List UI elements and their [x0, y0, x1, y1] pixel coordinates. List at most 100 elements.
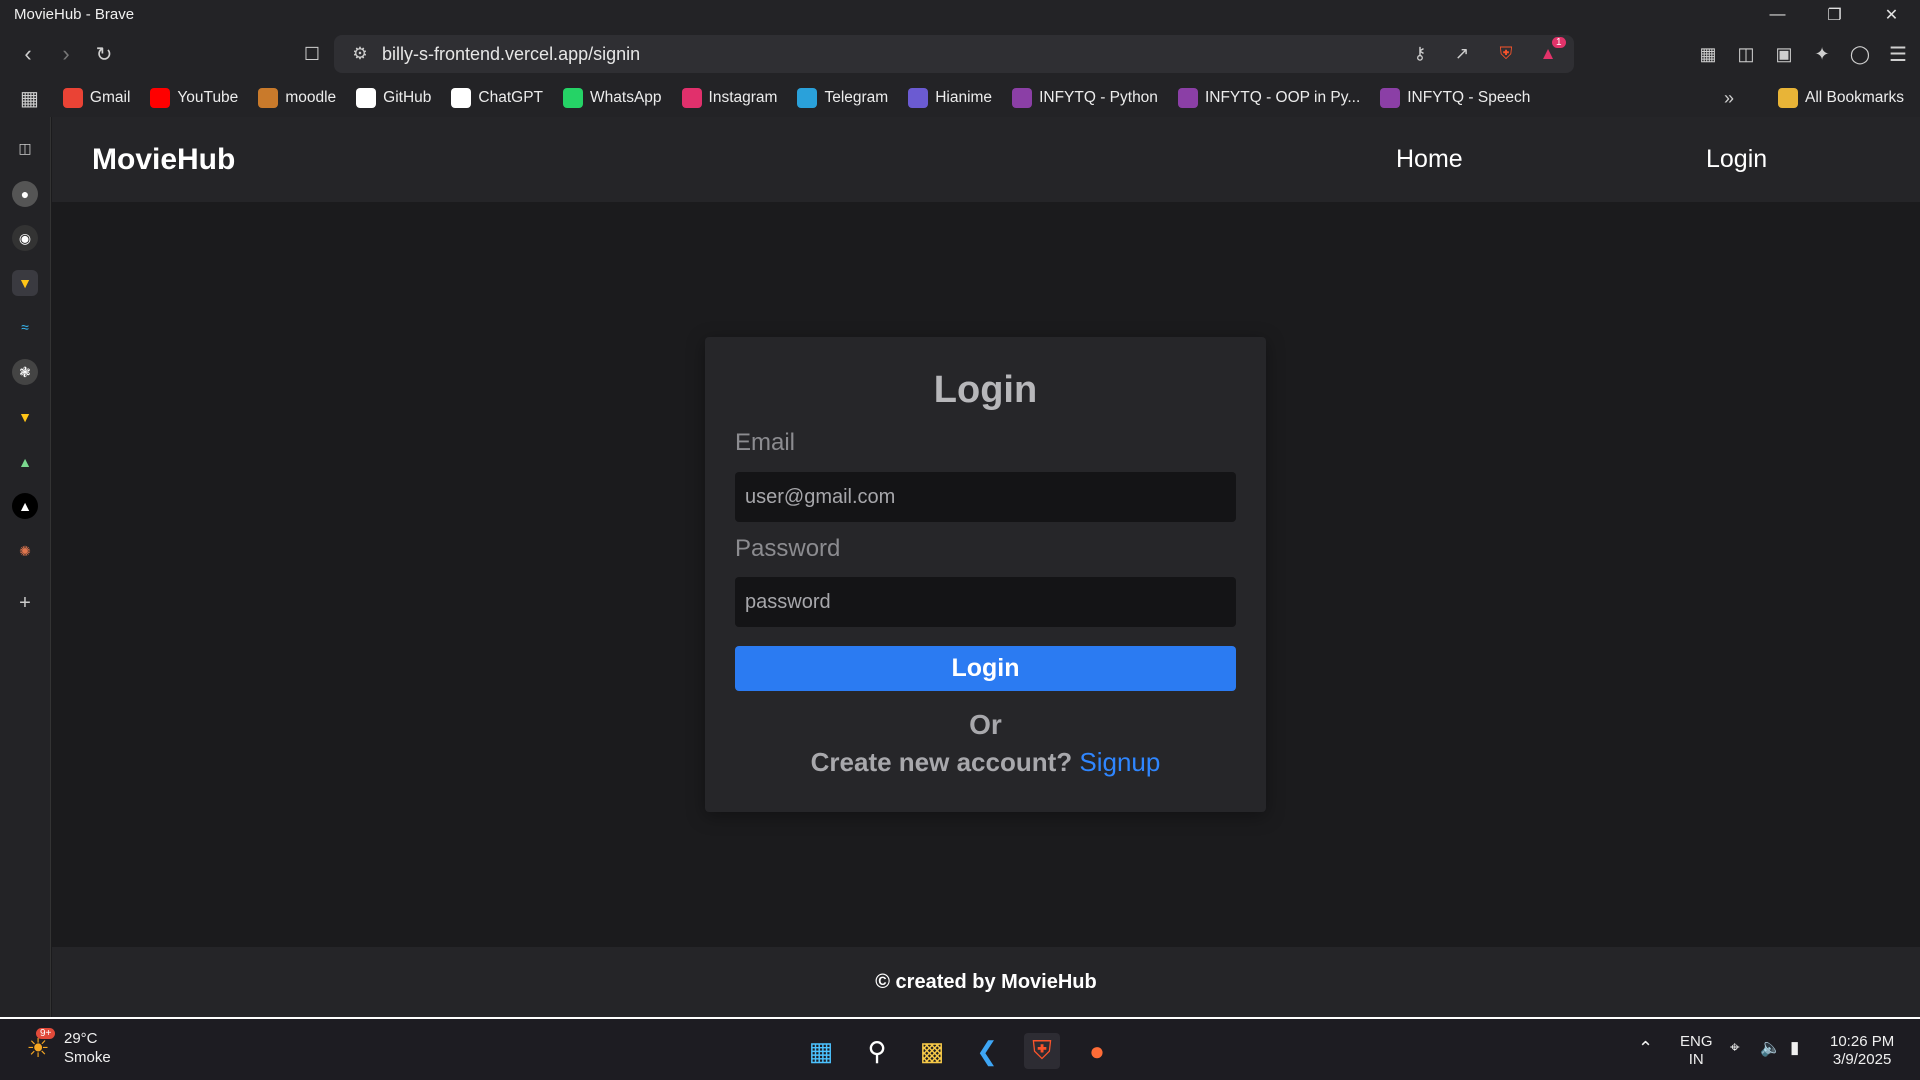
restore-button[interactable]: ❐	[1806, 0, 1863, 29]
wallet-icon[interactable]: ▣	[1768, 38, 1800, 70]
extensions-icon[interactable]: ▦	[1692, 38, 1724, 70]
bookmarks-bar: ▦ Gmail YouTube moodle GitHub ChatGPT WhatsAp…	[0, 79, 1920, 117]
bookmark-youtube[interactable]: YouTube	[150, 88, 238, 108]
lang-line-2: IN	[1688, 1051, 1704, 1068]
tray-overflow-icon[interactable]: ⌃	[1638, 1039, 1653, 1057]
key-icon[interactable]: ⚷	[1406, 40, 1434, 68]
chatgpt-icon[interactable]: ❃	[12, 359, 38, 385]
file-explorer-icon[interactable]: ▩	[914, 1033, 950, 1069]
bookmark-moodle[interactable]: moodle	[258, 88, 336, 108]
weather-icon: ☀ 9+	[20, 1028, 56, 1066]
login-card: Login Email Password Login Or Create new…	[705, 337, 1266, 812]
password-field[interactable]	[735, 577, 1236, 627]
clock[interactable]: 10:26 PM 3/9/2025	[1830, 1033, 1894, 1069]
notification-badge: 1	[1552, 37, 1566, 48]
bookmark-label: Instagram	[708, 89, 778, 106]
weather-temp: 29°C	[64, 1030, 98, 1047]
apps-grid-icon[interactable]: ▦	[20, 86, 39, 111]
vite-icon[interactable]: ▼	[12, 270, 38, 296]
telegram-icon	[797, 88, 818, 108]
sidebar-toggle-icon[interactable]: ◫	[1730, 38, 1762, 70]
volume-icon[interactable]: 🔈	[1760, 1039, 1781, 1057]
claude-icon[interactable]: ✺	[12, 538, 38, 564]
wifi-icon[interactable]: ⌖	[1730, 1039, 1740, 1057]
bookmark-github[interactable]: GitHub	[356, 88, 431, 108]
url-text[interactable]: billy-s-frontend.vercel.app/signin	[382, 44, 640, 65]
bookmark-label: INFYTQ - Speech	[1407, 89, 1531, 106]
gmail-icon	[62, 88, 83, 108]
brave-shields-icon[interactable]: ⛨	[1492, 40, 1520, 68]
forward-icon[interactable]: ›	[50, 38, 82, 70]
youtube-icon	[150, 88, 171, 108]
brave-browser-icon[interactable]: ⛨	[1024, 1033, 1060, 1069]
site-footer: © created by MovieHub	[52, 947, 1920, 1017]
infytq-icon	[1177, 88, 1198, 108]
infytq-icon	[1012, 88, 1033, 108]
puzzle-icon[interactable]: ▲	[12, 449, 38, 475]
bookmark-chatgpt[interactable]: ChatGPT	[451, 88, 543, 108]
reload-icon[interactable]: ↻	[88, 38, 120, 70]
bookmark-label: WhatsApp	[590, 89, 662, 106]
globe-icon[interactable]: ●	[12, 181, 38, 207]
bookmark-label: Gmail	[89, 89, 131, 106]
bookmark-page-icon[interactable]: ☐	[296, 38, 328, 70]
login-submit-button[interactable]: Login	[735, 646, 1236, 691]
lang-line-1: ENG	[1680, 1033, 1713, 1050]
battery-icon[interactable]: ▮	[1790, 1039, 1799, 1057]
share-icon[interactable]: ↗	[1448, 40, 1476, 68]
github-icon	[356, 88, 377, 108]
email-label: Email	[735, 429, 796, 456]
bookmark-telegram[interactable]: Telegram	[797, 88, 888, 108]
nav-home-link[interactable]: Home	[1396, 145, 1463, 174]
site-brand[interactable]: MovieHub	[92, 143, 235, 177]
vite-icon[interactable]: ▼	[12, 404, 38, 430]
sidebar-panel-icon[interactable]: ◫	[12, 135, 38, 161]
email-field[interactable]	[735, 472, 1236, 522]
language-indicator[interactable]: ENG IN	[1680, 1033, 1713, 1069]
tailwind-icon[interactable]: ≈	[12, 314, 38, 340]
signup-link[interactable]: Signup	[1079, 747, 1160, 777]
bookmark-infytq-python[interactable]: INFYTQ - Python	[1012, 88, 1158, 108]
weather-desc: Smoke	[64, 1049, 111, 1066]
bookmark-label: INFYTQ - Python	[1039, 89, 1158, 106]
site-info-icon[interactable]: ⚙	[346, 40, 374, 68]
github-icon[interactable]: ◉	[12, 225, 38, 251]
nav-login-link[interactable]: Login	[1706, 145, 1767, 174]
taskbar: ☀ 9+ 29°C Smoke ▦ ⚲ ▩ ❮ ⛨ ● ⌃ ENG IN ⌖ 🔈…	[0, 1017, 1920, 1080]
all-bookmarks-folder[interactable]: All Bookmarks	[1778, 88, 1904, 108]
weather-widget[interactable]: ☀ 9+ 29°C Smoke	[20, 1028, 111, 1067]
close-window-button[interactable]: ✕	[1863, 0, 1920, 29]
vpn-icon[interactable]: ◯	[1844, 38, 1876, 70]
bookmark-label: Hianime	[935, 89, 993, 106]
bookmark-whatsapp[interactable]: WhatsApp	[563, 88, 662, 108]
leo-ai-icon[interactable]: ✦	[1806, 38, 1838, 70]
bookmark-label: GitHub	[383, 89, 432, 106]
menu-icon[interactable]: ☰	[1882, 38, 1914, 70]
search-icon[interactable]: ⚲	[859, 1033, 895, 1069]
clock-date: 3/9/2025	[1832, 1051, 1892, 1068]
browser-sidebar: ◫ ● ◉ ▼ ≈ ❃ ▼ ▲ ▲ ✺ +	[0, 117, 51, 1017]
add-panel-icon[interactable]: +	[12, 590, 38, 616]
bookmark-instagram[interactable]: Instagram	[681, 88, 778, 108]
bookmark-hianime[interactable]: Hianime	[908, 88, 992, 108]
bookmark-label: moodle	[285, 89, 337, 106]
more-bookmarks-icon[interactable]: »	[1724, 88, 1734, 109]
vscode-icon[interactable]: ❮	[969, 1033, 1005, 1069]
bookmark-label: ChatGPT	[478, 89, 544, 106]
web-page: MovieHub Home Login Login Email Password…	[52, 117, 1920, 1017]
login-heading: Login	[933, 369, 1038, 411]
infytq-icon	[1380, 88, 1401, 108]
window-title-bar: MovieHub - Brave — ❐ ✕	[0, 0, 1920, 29]
address-bar[interactable]: ⚙ billy-s-frontend.vercel.app/signin ⚷ ↗…	[334, 35, 1574, 73]
bookmark-gmail[interactable]: Gmail	[62, 88, 131, 108]
bookmark-infytq-speech[interactable]: INFYTQ - Speech	[1380, 88, 1530, 108]
password-label: Password	[735, 535, 841, 562]
windows-start-icon[interactable]: ▦	[803, 1033, 839, 1069]
vercel-icon[interactable]: ▲	[12, 493, 38, 519]
bookmark-infytq-oop-in-py[interactable]: INFYTQ - OOP in Py...	[1177, 88, 1360, 108]
postman-icon[interactable]: ●	[1079, 1033, 1115, 1069]
minimize-button[interactable]: —	[1749, 0, 1806, 29]
back-icon[interactable]: ‹	[12, 38, 44, 70]
hianime-icon	[908, 88, 929, 108]
or-divider-text: Or	[969, 709, 1002, 740]
